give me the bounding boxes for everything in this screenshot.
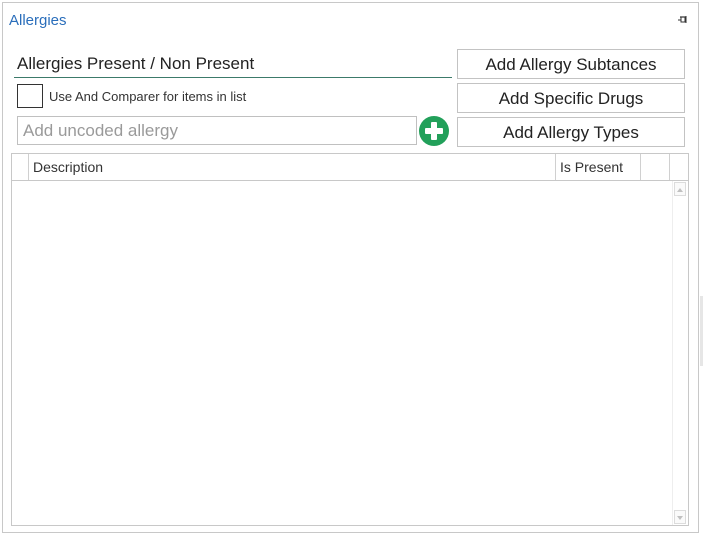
scroll-up-button[interactable] [674, 182, 686, 196]
grid-header: Description Is Present [12, 154, 688, 181]
and-comparer-label: Use And Comparer for items in list [49, 89, 247, 104]
add-uncoded-allergy-button[interactable] [418, 115, 450, 147]
chevron-up-icon [677, 188, 683, 192]
add-allergy-substances-button[interactable]: Add Allergy Subtances [457, 49, 685, 79]
column-header-spacer [641, 154, 670, 180]
add-specific-drugs-button[interactable]: Add Specific Drugs [457, 83, 685, 113]
allergy-grid: Description Is Present [11, 153, 689, 526]
allergy-status-label: Allergies Present / Non Present [17, 54, 255, 73]
plus-circle-icon [419, 116, 449, 146]
uncoded-allergy-input[interactable] [17, 116, 417, 145]
allergy-status-field[interactable]: Allergies Present / Non Present [14, 50, 452, 78]
add-allergy-types-button[interactable]: Add Allergy Types [457, 117, 685, 147]
column-header-description[interactable]: Description [29, 154, 556, 180]
row-indicator-header [12, 154, 29, 180]
grid-vertical-scrollbar[interactable] [672, 181, 687, 525]
chevron-down-icon [677, 516, 683, 520]
and-comparer-checkbox[interactable] [17, 84, 43, 108]
scroll-down-button[interactable] [674, 510, 686, 524]
pin-icon[interactable] [678, 15, 688, 25]
panel-title: Allergies [9, 12, 67, 29]
column-header-is-present[interactable]: Is Present [556, 154, 641, 180]
